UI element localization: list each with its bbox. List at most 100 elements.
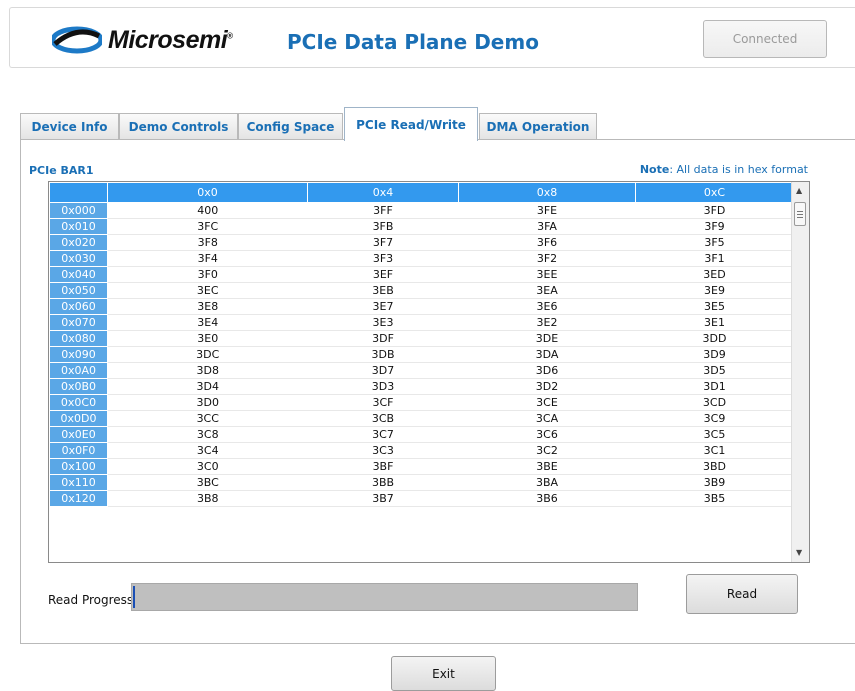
data-cell[interactable]: 3E6 <box>458 298 636 315</box>
data-cell[interactable]: 3F9 <box>635 218 794 235</box>
data-cell[interactable]: 3B8 <box>107 490 308 507</box>
data-cell[interactable]: 3E8 <box>107 298 308 315</box>
data-cell[interactable]: 3E4 <box>107 314 308 331</box>
data-cell[interactable]: 3C5 <box>635 426 794 443</box>
scroll-up-arrow-icon[interactable]: ▲ <box>796 186 802 195</box>
data-cell[interactable]: 3DA <box>458 346 636 363</box>
hex-format-note: Note: All data is in hex format <box>639 163 808 176</box>
scroll-down-arrow-icon[interactable]: ▼ <box>796 548 802 557</box>
data-cell[interactable]: 3D4 <box>107 378 308 395</box>
column-header[interactable]: 0x4 <box>307 182 459 203</box>
data-cell[interactable]: 3EB <box>307 282 459 299</box>
data-cell[interactable]: 3F7 <box>307 234 459 251</box>
data-cell[interactable]: 3E3 <box>307 314 459 331</box>
data-cell[interactable]: 3C7 <box>307 426 459 443</box>
data-cell[interactable]: 3F6 <box>458 234 636 251</box>
data-cell[interactable]: 3BE <box>458 458 636 475</box>
data-cell[interactable]: 3C8 <box>107 426 308 443</box>
data-cell[interactable]: 3E7 <box>307 298 459 315</box>
data-cell[interactable]: 3B7 <box>307 490 459 507</box>
tab-device-info[interactable]: Device Info <box>20 113 119 140</box>
data-cell[interactable]: 3BA <box>458 474 636 491</box>
data-cell[interactable]: 3EF <box>307 266 459 283</box>
data-cell[interactable]: 3B6 <box>458 490 636 507</box>
data-cell[interactable]: 3BB <box>307 474 459 491</box>
data-cell[interactable]: 3F4 <box>107 250 308 267</box>
grid-vertical-scrollbar[interactable]: ▲ ▼ <box>791 182 809 562</box>
data-cell[interactable]: 3D5 <box>635 362 794 379</box>
grid-corner-cell <box>49 182 108 203</box>
data-cell[interactable]: 3CA <box>458 410 636 427</box>
data-cell[interactable]: 3F8 <box>107 234 308 251</box>
bar-data-grid[interactable]: 0x0 0x4 0x8 0xC 0x000 400 3FF 3FE 3FD 0x010 3F… <box>48 181 810 563</box>
data-cell[interactable]: 3F3 <box>307 250 459 267</box>
data-cell[interactable]: 3D9 <box>635 346 794 363</box>
data-cell[interactable]: 3E9 <box>635 282 794 299</box>
table-row: 0x030 3F4 3F3 3F2 3F1 <box>49 250 794 267</box>
data-cell[interactable]: 3C1 <box>635 442 794 459</box>
data-cell[interactable]: 3C3 <box>307 442 459 459</box>
tab-dma-operation[interactable]: DMA Operation <box>479 113 597 140</box>
data-cell[interactable]: 3D1 <box>635 378 794 395</box>
data-cell[interactable]: 3C2 <box>458 442 636 459</box>
scroll-thumb[interactable] <box>794 202 806 226</box>
data-cell[interactable]: 3CE <box>458 394 636 411</box>
data-cell[interactable]: 3FF <box>307 202 459 219</box>
data-cell[interactable]: 3E1 <box>635 314 794 331</box>
data-cell[interactable]: 3BD <box>635 458 794 475</box>
data-cell[interactable]: 3EA <box>458 282 636 299</box>
data-cell[interactable]: 3D8 <box>107 362 308 379</box>
data-cell[interactable]: 3B9 <box>635 474 794 491</box>
column-header[interactable]: 0xC <box>635 182 794 203</box>
data-cell[interactable]: 3C4 <box>107 442 308 459</box>
data-cell[interactable]: 3FA <box>458 218 636 235</box>
data-cell[interactable]: 3FB <box>307 218 459 235</box>
data-cell[interactable]: 3F2 <box>458 250 636 267</box>
data-cell[interactable]: 3CD <box>635 394 794 411</box>
data-cell[interactable]: 3BF <box>307 458 459 475</box>
data-cell[interactable]: 3E0 <box>107 330 308 347</box>
table-row: 0x0E0 3C8 3C7 3C6 3C5 <box>49 426 794 443</box>
data-cell[interactable]: 3D2 <box>458 378 636 395</box>
data-cell[interactable]: 3D7 <box>307 362 459 379</box>
data-cell[interactable]: 3F5 <box>635 234 794 251</box>
connected-button[interactable]: Connected <box>703 20 827 58</box>
column-header[interactable]: 0x0 <box>107 182 308 203</box>
column-header[interactable]: 0x8 <box>458 182 636 203</box>
read-button[interactable]: Read <box>686 574 798 614</box>
tab-demo-controls[interactable]: Demo Controls <box>119 113 238 140</box>
data-cell[interactable]: 3FE <box>458 202 636 219</box>
data-cell[interactable]: 3F0 <box>107 266 308 283</box>
data-cell[interactable]: 3E2 <box>458 314 636 331</box>
row-address: 0x050 <box>49 282 108 299</box>
data-cell[interactable]: 3C0 <box>107 458 308 475</box>
data-cell[interactable]: 3C6 <box>458 426 636 443</box>
data-cell[interactable]: 3C9 <box>635 410 794 427</box>
table-row: 0x0F0 3C4 3C3 3C2 3C1 <box>49 442 794 459</box>
data-cell[interactable]: 3ED <box>635 266 794 283</box>
data-cell[interactable]: 3D3 <box>307 378 459 395</box>
data-cell[interactable]: 3DC <box>107 346 308 363</box>
data-cell[interactable]: 3DF <box>307 330 459 347</box>
data-cell[interactable]: 3DB <box>307 346 459 363</box>
data-cell[interactable]: 3B5 <box>635 490 794 507</box>
tab-pcie-read-write[interactable]: PCIe Read/Write <box>344 107 478 141</box>
data-cell[interactable]: 3CB <box>307 410 459 427</box>
data-cell[interactable]: 400 <box>107 202 308 219</box>
data-cell[interactable]: 3EE <box>458 266 636 283</box>
data-cell[interactable]: 3BC <box>107 474 308 491</box>
data-cell[interactable]: 3D6 <box>458 362 636 379</box>
data-cell[interactable]: 3D0 <box>107 394 308 411</box>
data-cell[interactable]: 3CC <box>107 410 308 427</box>
data-cell[interactable]: 3E5 <box>635 298 794 315</box>
tab-config-space[interactable]: Config Space <box>238 113 343 140</box>
exit-button[interactable]: Exit <box>391 656 496 691</box>
data-cell[interactable]: 3CF <box>307 394 459 411</box>
data-cell[interactable]: 3FD <box>635 202 794 219</box>
data-cell[interactable]: 3F1 <box>635 250 794 267</box>
row-address: 0x0C0 <box>49 394 108 411</box>
data-cell[interactable]: 3DD <box>635 330 794 347</box>
data-cell[interactable]: 3EC <box>107 282 308 299</box>
data-cell[interactable]: 3FC <box>107 218 308 235</box>
data-cell[interactable]: 3DE <box>458 330 636 347</box>
